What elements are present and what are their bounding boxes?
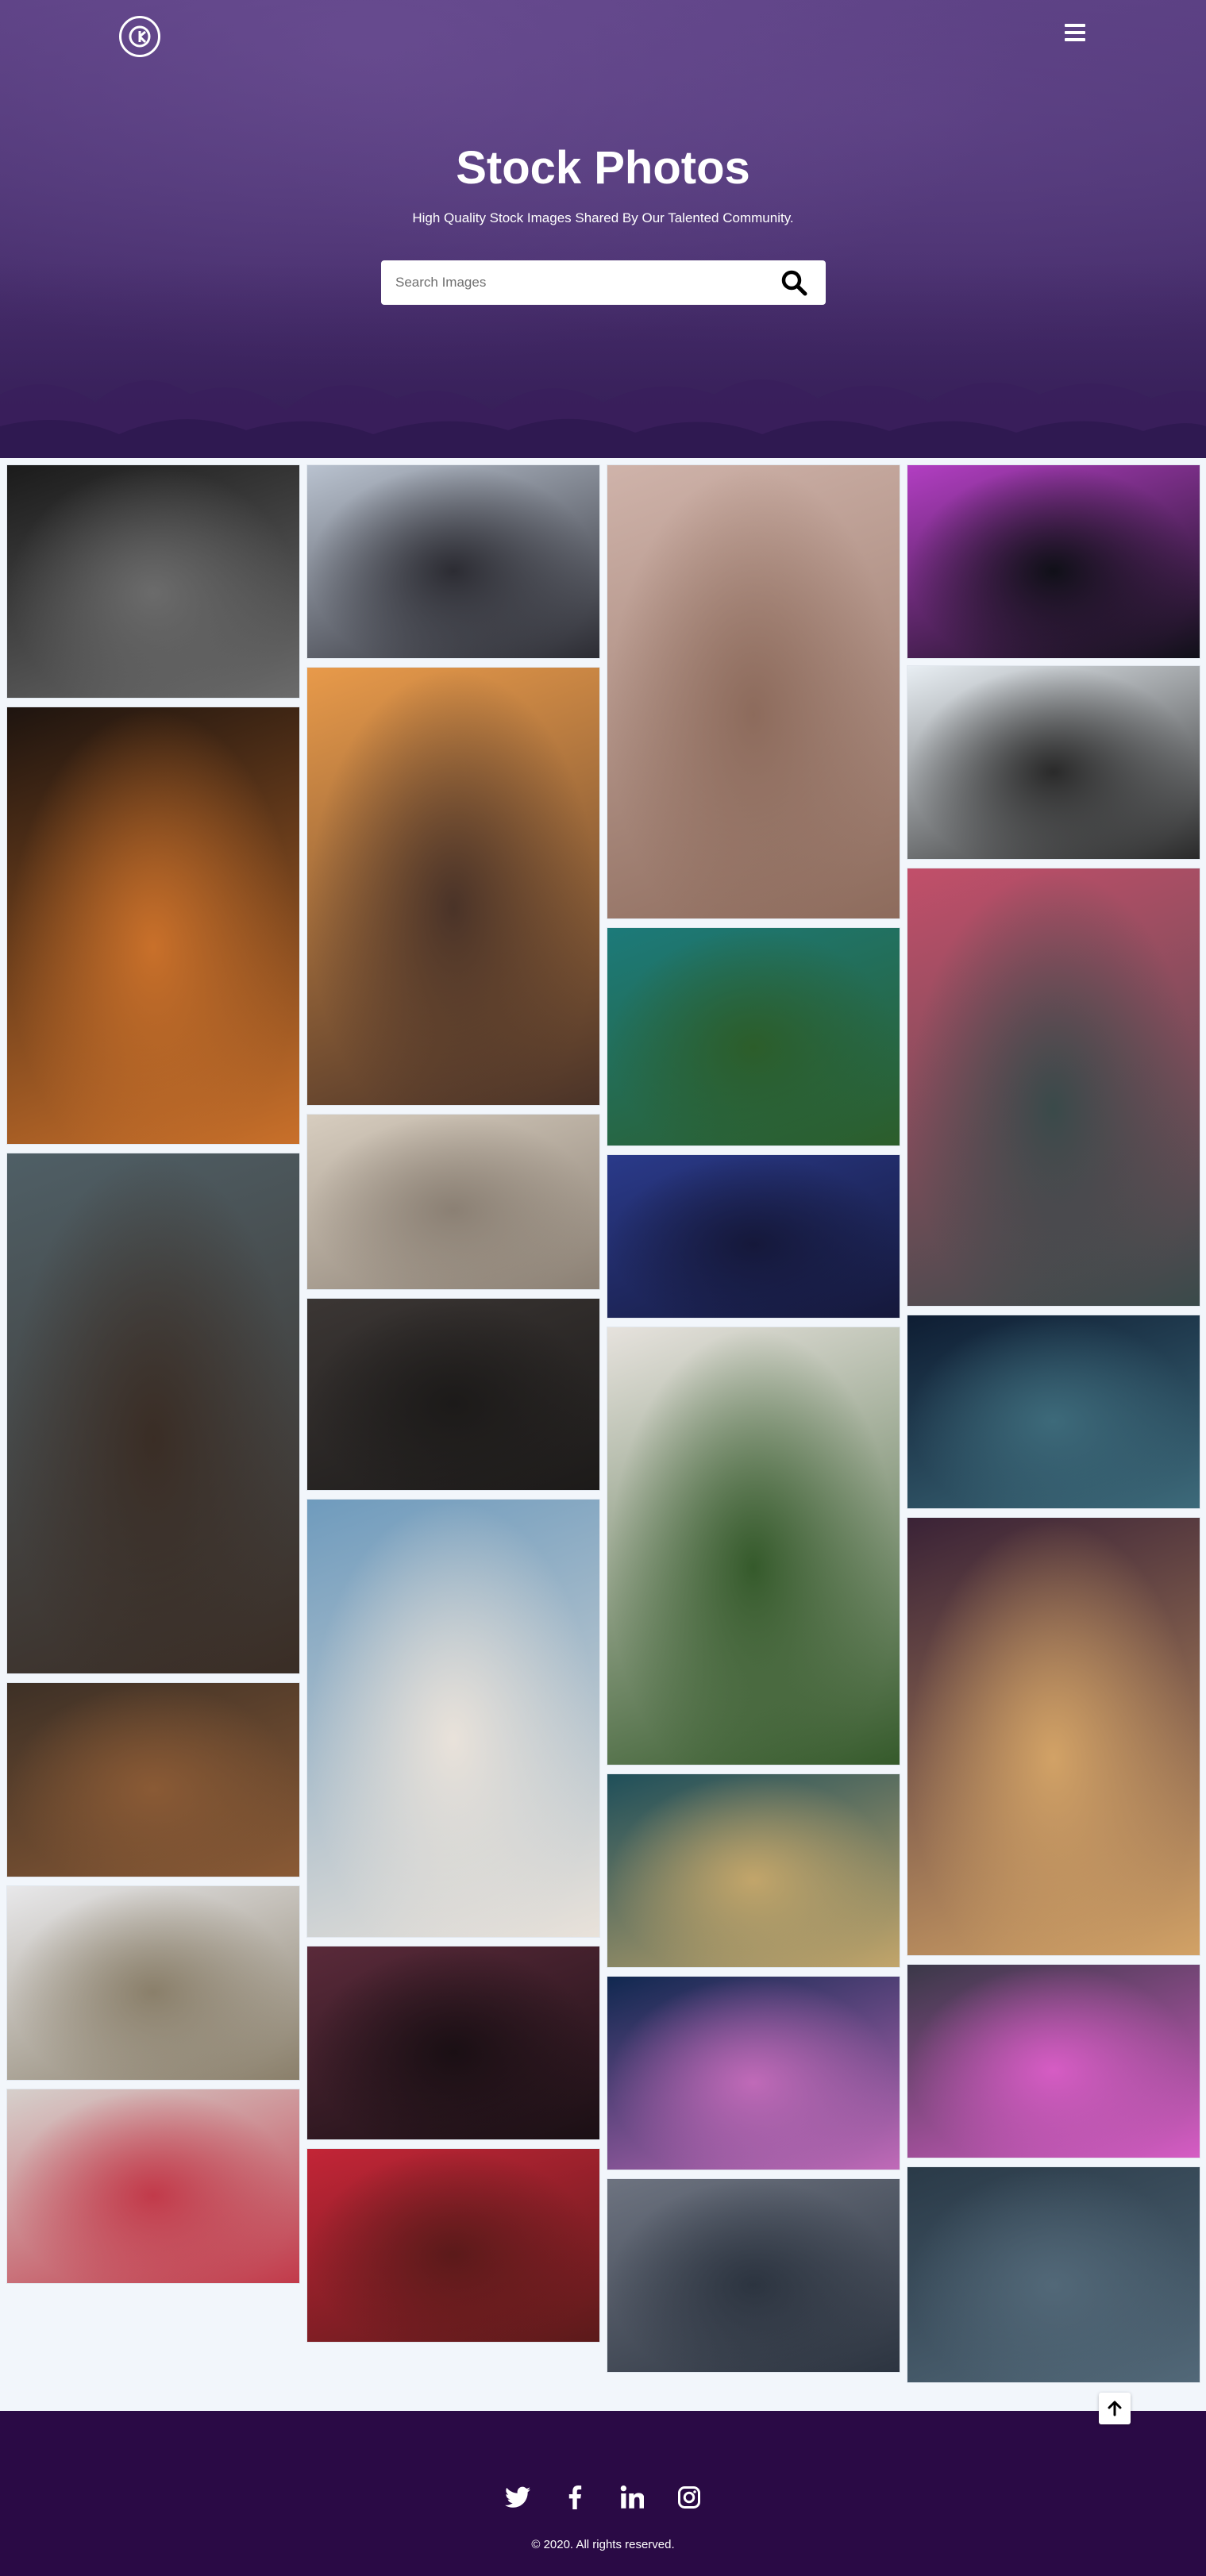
gallery-photo[interactable] [6, 707, 300, 1145]
gallery-photo[interactable] [306, 2148, 600, 2343]
page-title: Stock Photos [456, 142, 750, 194]
gallery-photo[interactable] [607, 1327, 900, 1765]
gallery-photo[interactable] [907, 2166, 1200, 2383]
hamburger-menu-icon [1065, 24, 1085, 27]
gallery-photo[interactable] [907, 868, 1200, 1307]
hamburger-menu-button[interactable] [1060, 17, 1090, 48]
instagram-link[interactable] [676, 2484, 703, 2511]
search-button[interactable] [762, 260, 826, 305]
gallery-photo[interactable] [6, 464, 300, 699]
site-footer: © 2020. All rights reserved. [0, 2411, 1206, 2576]
search-bar [381, 260, 826, 305]
gallery-photo[interactable] [907, 464, 1200, 659]
palm-trees-silhouette [0, 379, 1206, 458]
gallery-photo[interactable] [306, 667, 600, 1106]
site-logo[interactable] [119, 16, 160, 57]
facebook-icon [568, 2486, 581, 2509]
gallery-photo[interactable] [907, 1315, 1200, 1509]
facebook-link[interactable] [561, 2484, 588, 2511]
gallery-photo[interactable] [306, 1114, 600, 1290]
back-to-top-button[interactable] [1099, 2393, 1131, 2424]
gallery-photo[interactable] [306, 464, 600, 659]
gallery-photo[interactable] [6, 1153, 300, 1674]
gallery-photo[interactable] [306, 1946, 600, 2140]
linkedin-icon [620, 2486, 644, 2509]
twitter-icon [504, 2486, 530, 2508]
gallery-photo[interactable] [6, 1885, 300, 2081]
gallery-photo[interactable] [6, 2089, 300, 2284]
gallery-photo[interactable] [907, 665, 1200, 860]
search-icon [781, 270, 807, 296]
hero-banner: Stock Photos High Quality Stock Images S… [0, 0, 1206, 458]
gallery-photo[interactable] [907, 1964, 1200, 2158]
gallery-photo[interactable] [607, 2178, 900, 2373]
photo-gallery [0, 458, 1206, 2411]
linkedin-link[interactable] [618, 2484, 645, 2511]
gallery-photo[interactable] [607, 464, 900, 919]
copyright-text: © 2020. All rights reserved. [531, 2538, 675, 2551]
page-subtitle: High Quality Stock Images Shared By Our … [412, 210, 794, 225]
gallery-photo[interactable] [607, 1773, 900, 1968]
gallery-photo[interactable] [907, 1517, 1200, 1956]
gallery-photo[interactable] [306, 1298, 600, 1491]
arrow-up-icon [1108, 2401, 1122, 2416]
gallery-photo[interactable] [306, 1499, 600, 1938]
instagram-icon [677, 2486, 700, 2509]
gallery-photo[interactable] [607, 927, 900, 1146]
camera-logo-icon [129, 25, 151, 48]
gallery-photo[interactable] [607, 1154, 900, 1319]
social-links [0, 2484, 1206, 2511]
search-input[interactable] [381, 260, 762, 305]
gallery-photo[interactable] [6, 1682, 300, 1877]
twitter-link[interactable] [504, 2484, 531, 2511]
gallery-photo[interactable] [607, 1976, 900, 2170]
